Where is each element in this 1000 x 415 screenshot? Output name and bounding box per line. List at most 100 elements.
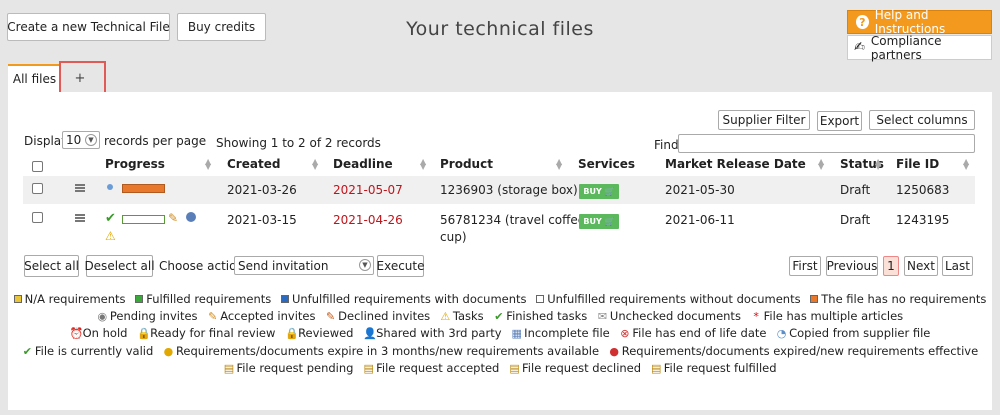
select-all-button[interactable]: Select all [24,255,79,277]
execute-button[interactable]: Execute [377,255,425,277]
col-progress[interactable]: Progress [105,157,165,171]
display-value: 10 [66,133,82,147]
declined-icon: ✎ [326,310,336,323]
col-market-release-date[interactable]: Market Release Date [665,157,806,171]
pencil-icon: ✎ [168,211,179,225]
expire-soon-icon: ● [163,345,174,358]
legend-line-5: ▤ File request pending ▤ File request acce… [0,361,1000,375]
request-accepted-icon: ▤ [363,362,374,375]
find-input[interactable] [678,134,975,153]
records-info: Showing 1 to 2 of 2 records [216,136,381,150]
buy-label: BUY [583,217,602,226]
sort-icon[interactable]: ▲ ▼ [818,158,824,171]
col-created[interactable]: Created [227,157,280,171]
row-checkbox[interactable] [32,183,43,194]
lock-icon: 🔒 [137,327,151,340]
action-value: Send invitation [238,258,329,273]
action-select[interactable]: Send invitation ▼ [234,256,374,275]
menu-icon[interactable] [75,184,85,193]
product-name-line2: cup) [440,230,467,244]
legend-item: Shared with 3rd party [376,326,502,340]
legend-item: Declined invites [338,309,431,323]
page-title: Your technical files [406,18,594,40]
copied-icon: ◔ [776,327,787,340]
compliance-partners-button[interactable]: ✍ Compliance partners [847,34,992,62]
legend-item: Requirements/documents expired/new requi… [621,344,979,358]
select-columns-button[interactable]: Select columns [869,110,975,130]
asterisk-icon: * [753,310,759,323]
legend-item: On hold [82,326,128,340]
request-pending-icon: ▤ [223,362,235,375]
legend-item: Unfulfilled requirements with documents [291,292,527,306]
buy-label: BUY [583,187,602,196]
select-all-checkbox[interactable] [32,161,43,172]
legend-item: Ready for final review [150,326,276,340]
legend-item: Incomplete file [524,326,610,340]
cart-icon: 🛒 [604,217,615,226]
col-services: Services [578,157,636,171]
sort-icon[interactable]: ▲ ▼ [556,158,562,171]
tab-add[interactable]: + [62,64,98,92]
valid-check-icon: ✔ [22,345,32,358]
legend-item: Accepted invites [220,309,316,323]
col-deadline[interactable]: Deadline [333,157,393,171]
end-of-life-icon: ⊗ [620,327,630,340]
product-name: 56781234 (travel coffee [440,213,586,227]
sort-icon[interactable]: ▲ ▼ [963,158,969,171]
display-select[interactable]: 10 ▼ [62,131,100,149]
sort-icon[interactable]: ▲ ▼ [875,158,881,171]
page-next-button[interactable]: Next [904,256,938,276]
page-last-button[interactable]: Last [942,256,973,276]
legend-item: File request pending [236,361,354,375]
col-product[interactable]: Product [440,157,493,171]
legend-item: File has end of life date [632,326,767,340]
chevron-down-icon: ▼ [85,134,97,146]
sort-icon[interactable]: ▲ ▼ [420,158,426,171]
legend-item: Tasks [452,309,484,323]
handshake-icon: ✍ [854,40,865,55]
finished-tasks-icon: ✔ [494,310,504,323]
sort-icon[interactable]: ▲ ▼ [205,158,211,171]
deselect-all-button[interactable]: Deselect all [84,255,155,277]
pending-invite-icon [107,184,113,190]
legend-item: Copied from supplier file [789,326,931,340]
warning-icon: ⚠ [105,229,116,243]
page-current-button[interactable]: 1 [883,256,899,276]
cart-icon: 🛒 [604,187,615,196]
buy-button[interactable]: BUY 🛒 [579,184,619,199]
col-file-id[interactable]: File ID [896,157,939,171]
page-previous-button[interactable]: Previous [826,256,878,276]
legend-item: Fulfilled requirements [146,292,272,306]
user-icon: 👤 [363,327,377,340]
find-label: Find [654,138,679,152]
help-instructions-button[interactable]: ? Help and Instructions [847,8,992,36]
page-first-button[interactable]: First [789,256,821,276]
accepted-icon: ✎ [208,310,218,323]
clock-icon: ⏰ [69,327,84,340]
created-date: 2021-03-26 [227,183,297,197]
supplier-filter-button[interactable]: Supplier Filter [718,110,810,130]
deadline-date: 2021-05-07 [333,183,403,197]
buy-credits-button[interactable]: Buy credits [177,13,266,41]
menu-icon[interactable] [75,214,85,223]
unfulfilled-nodocs-swatch [536,295,545,303]
market-release-date: 2021-05-30 [665,183,735,197]
file-id: 1250683 [896,183,950,197]
legend-item: File is currently valid [34,344,154,358]
buy-button[interactable]: BUY 🛒 [579,214,619,229]
legend-item: Pending invites [109,309,198,323]
progress-bar [122,215,165,224]
request-declined-icon: ▤ [509,362,520,375]
progress-fill [123,185,164,192]
row-checkbox[interactable] [32,212,43,223]
sort-icon[interactable]: ▲ ▼ [312,158,318,171]
create-technical-file-button[interactable]: Create a new Technical File [7,13,170,41]
tab-all-files[interactable]: All files [8,64,61,92]
shared-user-icon [186,212,196,222]
file-id: 1243195 [896,213,950,227]
legend-item: File request declined [522,361,642,375]
records-per-page-label: records per page [104,134,207,148]
na-swatch [13,295,22,303]
export-button[interactable]: Export [817,111,862,131]
deadline-date: 2021-04-26 [333,213,403,227]
